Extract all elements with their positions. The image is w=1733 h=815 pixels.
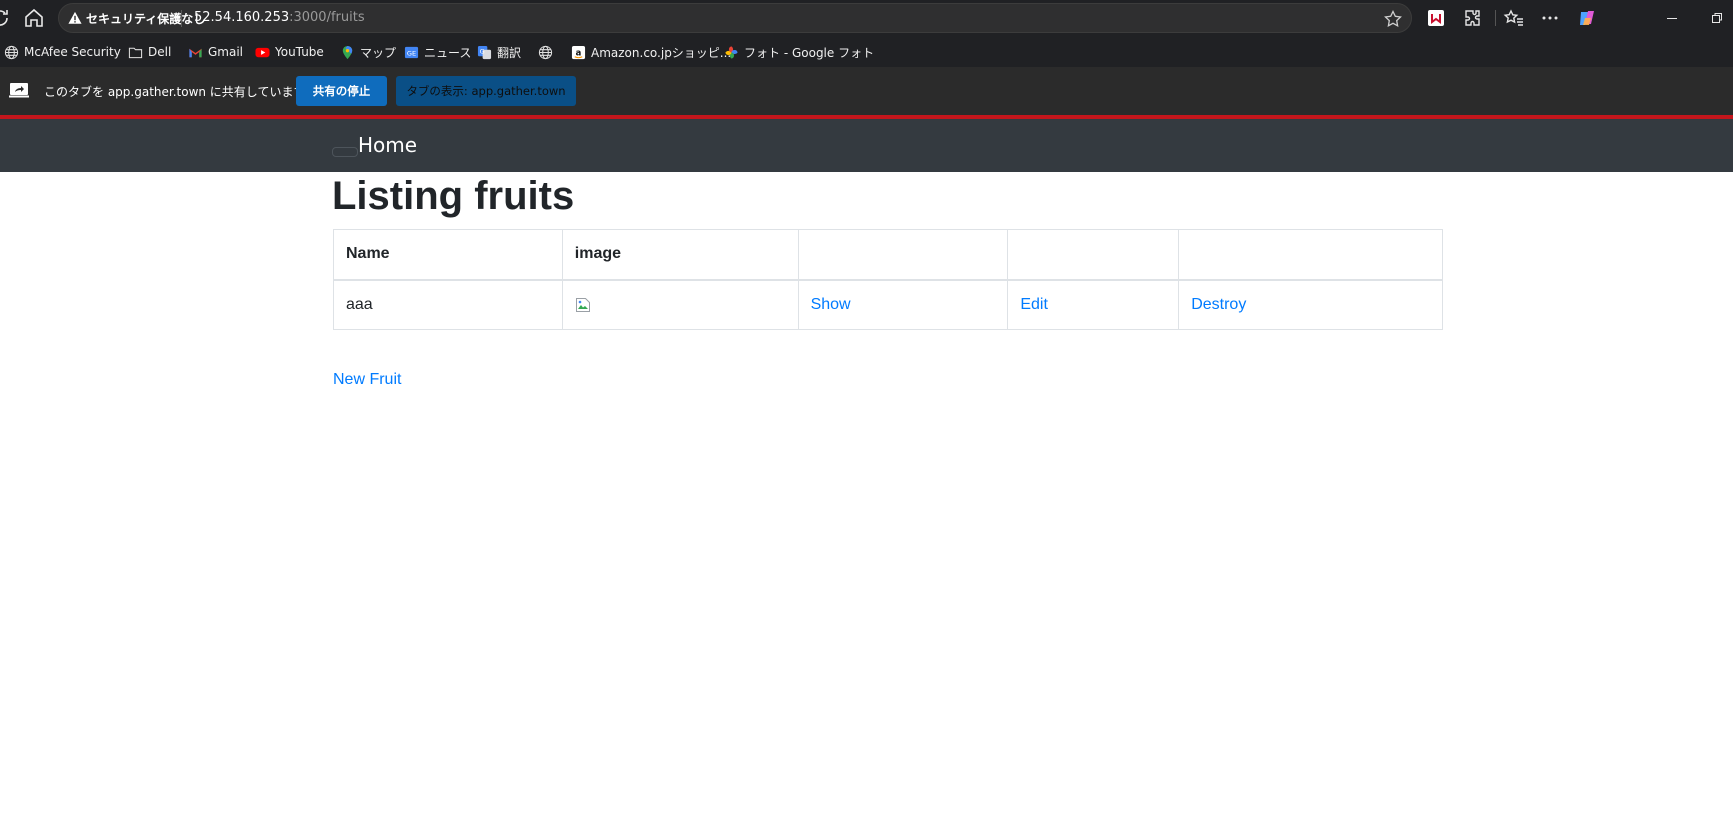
globe-icon xyxy=(538,45,553,60)
broken-image-icon xyxy=(575,297,591,313)
cell-fruit-image xyxy=(561,279,799,330)
restore-icon[interactable] xyxy=(1707,8,1727,28)
navbar-brand-home[interactable]: Home xyxy=(358,133,417,157)
column-header-edit xyxy=(1007,229,1180,281)
page-title: Listing fruits xyxy=(332,174,575,218)
bookmark-youtube[interactable]: YouTube xyxy=(255,43,324,61)
address-divider xyxy=(181,10,182,27)
stop-sharing-button[interactable]: 共有の停止 xyxy=(296,76,387,106)
bookmark-gmail[interactable]: Gmail xyxy=(188,43,243,61)
cell-edit: Edit xyxy=(1007,279,1180,330)
translate-icon: G xyxy=(477,45,492,60)
news-icon: GE xyxy=(404,45,419,60)
gmail-icon xyxy=(188,45,203,60)
screen-share-icon xyxy=(9,83,29,98)
table-row: aaa Show Edit Destroy xyxy=(333,279,1443,330)
bookmark-dell[interactable]: Dell xyxy=(128,43,171,61)
extensions-puzzle-icon[interactable] xyxy=(1462,7,1484,29)
sharing-message: このタブを app.gather.town に共有しています xyxy=(44,85,306,99)
youtube-icon xyxy=(255,45,270,60)
tab-sharing-bar: このタブを app.gather.town に共有しています 共有の停止 タブの… xyxy=(0,67,1733,115)
url-host: 52.54.160.253 xyxy=(194,10,290,25)
cell-destroy: Destroy xyxy=(1178,279,1443,330)
folder-icon xyxy=(128,45,143,60)
column-header-show xyxy=(797,229,1009,281)
svg-text:a: a xyxy=(576,47,582,57)
maps-icon xyxy=(340,45,355,60)
cell-fruit-name: aaa xyxy=(333,279,563,330)
globe-icon xyxy=(4,45,19,60)
table-header-row: Name image xyxy=(333,229,1443,281)
copilot-icon[interactable] xyxy=(1576,7,1598,29)
svg-text:GE: GE xyxy=(407,49,416,57)
more-menu-icon[interactable] xyxy=(1539,7,1561,29)
amazon-icon: a xyxy=(571,45,586,60)
view-shared-tab-button[interactable]: タブの表示: app.gather.town xyxy=(396,76,576,106)
bookmarks-bar: McAfee Security Dell Gmail YouTube マップ G… xyxy=(0,36,1733,67)
column-header-name: Name xyxy=(333,229,563,281)
home-icon[interactable] xyxy=(22,6,46,30)
column-header-image: image xyxy=(561,229,799,281)
app-navbar: Home xyxy=(0,119,1733,172)
show-link[interactable]: Show xyxy=(811,296,851,313)
bookmark-label: YouTube xyxy=(275,45,324,59)
bookmark-label: フォト - Google フォト xyxy=(744,45,875,60)
svg-text:G: G xyxy=(480,47,485,55)
new-fruit-link[interactable]: New Fruit xyxy=(333,371,401,389)
fruits-table: Name image aaa Show Edit Destroy xyxy=(333,229,1443,330)
edit-link[interactable]: Edit xyxy=(1020,296,1048,313)
cell-show: Show xyxy=(797,279,1009,330)
address-bar[interactable]: セキュリティ保護なし 52.54.160.253:3000/fruits xyxy=(58,3,1412,33)
navbar-toggler[interactable] xyxy=(332,147,358,157)
mcafee-extension-icon[interactable] xyxy=(1425,7,1447,29)
security-status-label[interactable]: セキュリティ保護なし xyxy=(86,10,205,27)
bookmark-amazon[interactable]: a Amazon.co.jpショッピ... xyxy=(571,43,731,61)
reload-icon[interactable] xyxy=(0,6,12,30)
bookmark-maps[interactable]: マップ xyxy=(340,43,396,61)
bookmark-label: Amazon.co.jpショッピ... xyxy=(591,45,732,60)
destroy-link[interactable]: Destroy xyxy=(1191,296,1246,313)
favorites-icon[interactable] xyxy=(1503,7,1525,29)
bookmark-label: Dell xyxy=(148,45,172,59)
bookmark-label: マップ xyxy=(360,45,397,60)
bookmark-label: McAfee Security xyxy=(24,45,121,59)
minimize-icon[interactable] xyxy=(1662,8,1682,28)
bookmark-news[interactable]: GE ニュース xyxy=(404,43,471,61)
bookmark-translate[interactable]: G 翻訳 xyxy=(477,43,521,61)
bookmark-globe[interactable] xyxy=(538,43,558,61)
column-header-destroy xyxy=(1178,229,1443,281)
warning-icon xyxy=(68,11,82,24)
url-text[interactable]: 52.54.160.253:3000/fruits xyxy=(194,10,365,25)
bookmark-label: ニュース xyxy=(424,45,472,60)
bookmark-photos[interactable]: フォト - Google フォト xyxy=(724,43,874,61)
bookmark-mcafee[interactable]: McAfee Security xyxy=(4,43,121,61)
photos-icon xyxy=(724,45,739,60)
url-path: :3000/fruits xyxy=(289,10,365,25)
toolbar-separator xyxy=(1495,10,1496,26)
browser-toolbar: セキュリティ保護なし 52.54.160.253:3000/fruits xyxy=(0,0,1733,36)
bookmark-label: Gmail xyxy=(208,45,244,59)
favorite-star-icon[interactable] xyxy=(1383,9,1403,29)
bookmark-label: 翻訳 xyxy=(497,45,522,60)
